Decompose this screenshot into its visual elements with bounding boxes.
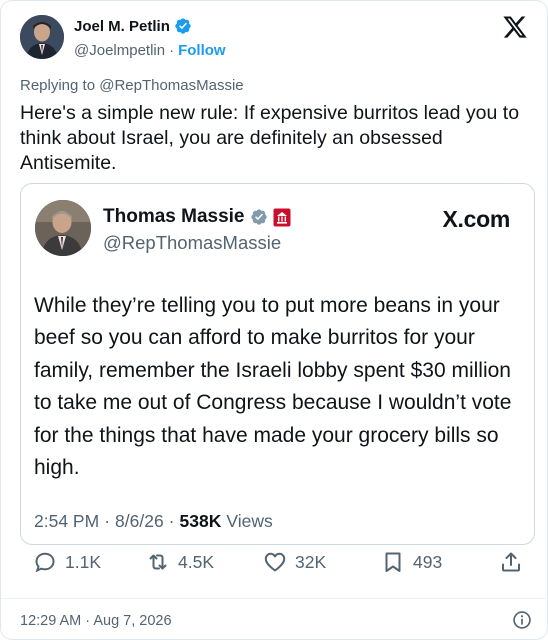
verified-badge-icon [250,209,267,225]
embedded-tweet-card: Joel M. Petlin @Joelmpetlin · Follow Rep… [0,0,548,640]
bookmark-icon [385,552,401,572]
quoted-post-date[interactable]: 8/6/26 [115,511,164,532]
reply-button[interactable]: 1.1K [33,550,101,574]
like-icon [264,552,286,572]
quoted-author-handle[interactable]: @RepThomasMassie [103,232,281,254]
quoted-post-card[interactable]: Thomas Massie @RepThomasMassie X.com Whi… [20,183,535,545]
follow-button[interactable]: Follow [178,42,226,59]
action-bar: 1.1K 4.5K 32K 493 [33,550,529,582]
reply-icon [35,552,55,573]
bookmark-button[interactable]: 493 [381,550,442,574]
quoted-post-time[interactable]: 2:54 PM [34,511,99,532]
quoted-post-text: While they’re telling you to put more be… [34,294,512,480]
house-seal-icon [273,208,290,226]
meta-separator: · [104,511,111,531]
repost-button[interactable]: 4.5K [146,550,214,574]
repost-icon [149,554,167,570]
verified-badge-icon [175,18,191,34]
views-count: 538K [179,511,222,531]
like-button[interactable]: 32K [263,550,326,574]
quoted-author-name[interactable]: Thomas Massie [103,206,245,228]
author-name-row: Joel M. Petlin [74,17,192,35]
author-handle-row: @Joelmpetlin · Follow [74,42,226,59]
quoted-post-meta: 2:54 PM · 8/6/26 · 538K Views [34,511,273,532]
author-avatar[interactable] [20,15,64,59]
info-icon[interactable] [512,610,532,630]
repost-count: 4.5K [178,551,214,572]
meta-separator: · [168,511,175,531]
views-label: Views [226,511,273,531]
source-domain-label: X.com [442,206,510,232]
post-timestamp[interactable]: 12:29 AM · Aug 7, 2026 [20,613,172,629]
like-count: 32K [295,551,327,572]
x-logo-icon[interactable] [502,14,528,40]
replying-to-label[interactable]: Replying to @RepThomasMassie [20,77,244,94]
share-icon [502,552,520,572]
bookmark-count: 493 [413,551,443,572]
footer-divider [1,598,548,599]
reply-count: 1.1K [65,551,101,572]
author-name[interactable]: Joel M. Petlin [74,18,170,35]
quoted-name-row: Thomas Massie [103,206,291,228]
quoted-author-avatar[interactable] [35,200,91,256]
handle-separator: · [169,42,175,59]
author-handle[interactable]: @Joelmpetlin [74,42,165,59]
tweet-text: Here's a simple new rule: If expensive b… [20,102,520,174]
share-button[interactable] [499,550,523,574]
